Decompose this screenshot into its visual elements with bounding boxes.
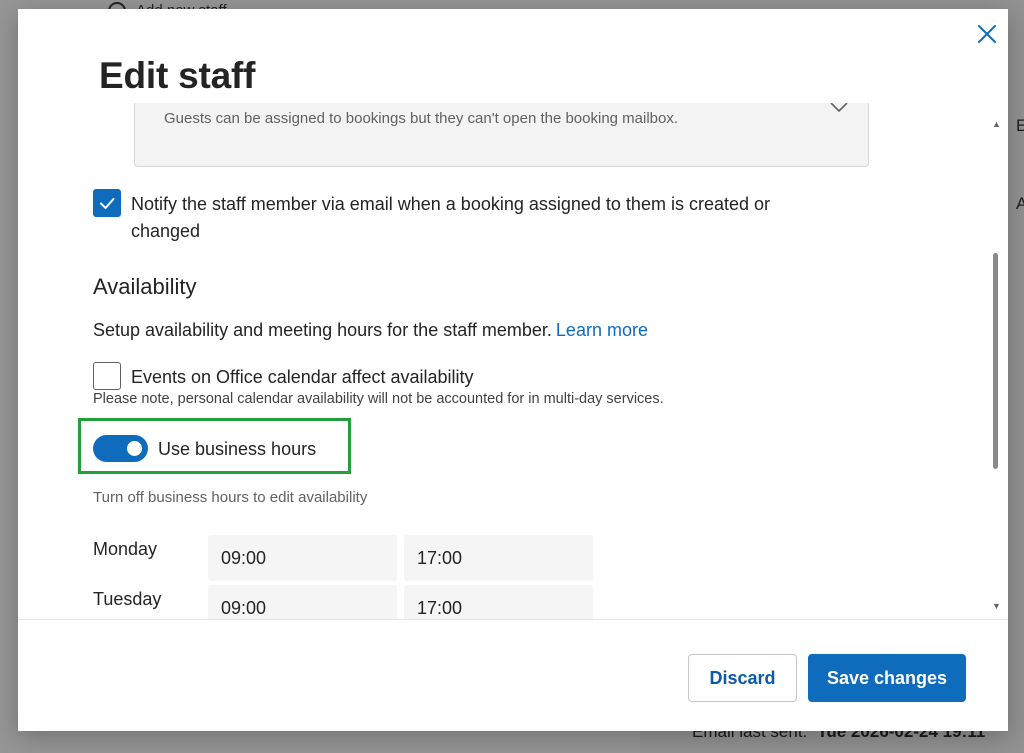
- events-calendar-checkbox[interactable]: [93, 362, 121, 390]
- role-description: Guests can be assigned to bookings but t…: [164, 110, 679, 127]
- day-label-monday: Monday: [93, 539, 158, 559]
- chevron-down-icon: [830, 103, 848, 113]
- notify-label: Notify the staff member via email when a…: [131, 194, 770, 241]
- close-icon: [978, 25, 996, 43]
- business-hours-label: Use business hours: [158, 439, 317, 459]
- role-dropdown[interactable]: Guests can be assigned to bookings but t…: [134, 103, 869, 167]
- notify-checkbox[interactable]: [93, 189, 121, 217]
- checkmark-icon: [100, 198, 115, 209]
- business-hours-toggle[interactable]: [93, 435, 148, 462]
- scroll-up-icon[interactable]: ▲: [992, 119, 1001, 129]
- learn-more-link[interactable]: Learn more: [556, 320, 648, 340]
- tuesday-end-time[interactable]: 17:00: [404, 585, 593, 619]
- multi-day-note: Please note, personal calendar availabil…: [93, 391, 664, 407]
- save-changes-button[interactable]: Save changes: [808, 654, 966, 702]
- events-calendar-label: Events on Office calendar affect availab…: [131, 367, 474, 387]
- edit-staff-dialog: Edit staff Guests can be assigned to boo…: [18, 9, 1008, 731]
- tuesday-start-time[interactable]: 09:00: [208, 585, 397, 619]
- dialog-title: Edit staff: [99, 55, 256, 96]
- scroll-down-icon[interactable]: ▼: [992, 601, 1001, 611]
- dialog-scroll-region[interactable]: Guests can be assigned to bookings but t…: [18, 103, 1008, 619]
- business-hours-hint: Turn off business hours to edit availabi…: [93, 489, 368, 506]
- footer-divider: [18, 619, 1008, 620]
- toggle-knob: [127, 441, 142, 456]
- availability-heading: Availability: [93, 274, 197, 299]
- monday-start-time[interactable]: 09:00: [208, 535, 397, 581]
- availability-description-text: Setup availability and meeting hours for…: [93, 320, 552, 340]
- scrollbar-thumb[interactable]: [993, 253, 998, 469]
- availability-description: Setup availability and meeting hours for…: [93, 320, 648, 341]
- close-button[interactable]: [976, 23, 998, 45]
- discard-button[interactable]: Discard: [688, 654, 797, 702]
- monday-end-time[interactable]: 17:00: [404, 535, 593, 581]
- day-label-tuesday: Tuesday: [93, 589, 162, 609]
